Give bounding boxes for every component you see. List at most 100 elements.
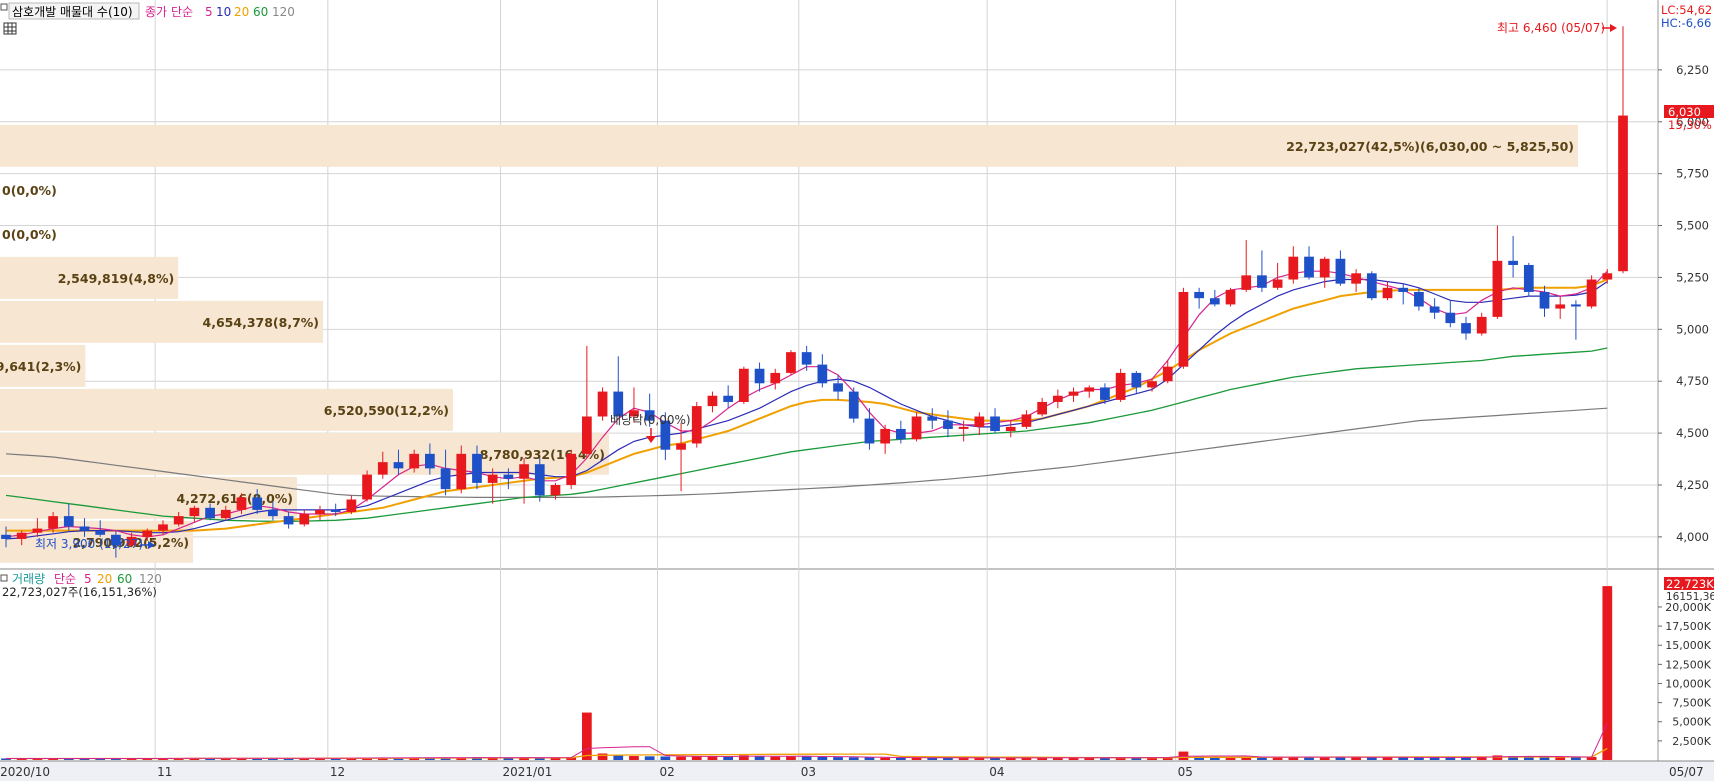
candle-body <box>1052 395 1063 402</box>
y-tick-label: 5,000 <box>1676 322 1709 336</box>
grid-table-icon[interactable] <box>3 22 17 35</box>
legend-ma60[interactable]: 60 <box>253 5 268 19</box>
candle-body <box>205 507 215 519</box>
candle-body <box>1288 256 1299 280</box>
profile-label: 4,654,378(8,7%) <box>203 315 319 330</box>
low-label: 최저 3,900 (10/27) <box>35 537 143 551</box>
y-tick-label: 5,250 <box>1676 270 1709 284</box>
volume-bar <box>1398 757 1409 760</box>
candle-body <box>362 474 372 500</box>
candle-body <box>1492 260 1503 317</box>
volume-legend-ma120[interactable]: 120 <box>139 572 162 586</box>
volume-bar <box>880 757 891 760</box>
candle-body <box>1241 275 1252 290</box>
volume-bar <box>581 712 592 760</box>
vol-tick-label: 7,500K <box>1672 697 1711 710</box>
candle-body <box>158 524 168 531</box>
profile-label: 2,549,819(4,8%) <box>58 271 174 286</box>
candle-body <box>1398 287 1409 292</box>
candle-body <box>330 509 341 512</box>
candle-body <box>880 428 891 444</box>
candle-body <box>79 526 90 531</box>
volume-legend-ma60[interactable]: 60 <box>117 572 132 586</box>
candle-body <box>283 516 294 525</box>
candle-body <box>1461 323 1471 334</box>
current-volume-ratio: 16151,36 <box>1666 591 1714 603</box>
current-volume-tag: 22,723K 16151,36 <box>1664 577 1714 603</box>
candle-body <box>817 364 828 384</box>
candle-body <box>95 530 106 535</box>
high-annotation: 최고 6,460 (05/07) <box>1497 21 1617 35</box>
candle-body <box>1272 279 1283 288</box>
candle-body <box>1162 366 1173 382</box>
volume-bar <box>770 756 781 760</box>
volume-bar <box>629 756 639 760</box>
y-tick-label: 4,250 <box>1676 478 1709 492</box>
legend-ma10[interactable]: 10 <box>216 5 231 19</box>
current-price-tag: 6,030 15,30% <box>1664 105 1714 132</box>
candle-body <box>1508 260 1518 265</box>
low-annotation: 최저 3,900 (10/27) <box>35 537 155 551</box>
candle-body <box>1586 279 1597 307</box>
volume-legend-title[interactable]: 거래량 <box>12 572 45 586</box>
volume-legend-ma5[interactable]: 5 <box>84 572 92 586</box>
x-tick-label: 05 <box>1178 765 1193 779</box>
volume-bar <box>864 757 875 760</box>
candle-body <box>252 497 263 510</box>
candle-body <box>1555 304 1566 309</box>
profile-label: 22,723,027(42,5%)(6,030,00 ~ 5,825,50) <box>1286 139 1574 154</box>
volume-bar <box>848 757 859 760</box>
candle-body <box>990 416 1000 432</box>
candle-body <box>676 443 686 450</box>
legend-ma20[interactable]: 20 <box>234 5 249 19</box>
candle-body <box>1476 316 1487 334</box>
date-axis-bg <box>0 761 1714 781</box>
volume-bar <box>754 756 765 760</box>
candle-body <box>16 532 27 539</box>
candle-body <box>1319 258 1330 278</box>
high-label: 최고 6,460 (05/07) <box>1497 21 1605 35</box>
volume-bar <box>1571 757 1581 760</box>
candle-body <box>48 516 58 529</box>
candle-body <box>707 395 718 407</box>
last-date-label: 05/07 <box>1669 765 1704 779</box>
candle-body <box>927 416 938 421</box>
y-tick-label: 6,250 <box>1676 63 1709 77</box>
candle-body <box>1100 387 1110 400</box>
candle-body <box>1225 289 1236 305</box>
vol-tick-label: 2,500K <box>1672 735 1711 748</box>
candle-body <box>472 453 482 483</box>
candle-body <box>833 383 843 392</box>
candle-body <box>723 395 734 402</box>
candle-body <box>534 464 545 496</box>
volume-bar <box>833 757 843 760</box>
legend-ma5[interactable]: 5 <box>205 5 213 19</box>
legend-simple-label[interactable]: 단순 <box>171 5 193 19</box>
candle-body <box>220 509 231 519</box>
legend-ma120[interactable]: 120 <box>272 5 295 19</box>
candle-body <box>895 428 906 440</box>
volume-legend-simple[interactable]: 단순 <box>54 572 76 586</box>
y-tick-label: 4,500 <box>1676 426 1709 440</box>
candle-body <box>581 416 592 454</box>
candle-body <box>189 507 200 517</box>
volume-bar <box>895 757 906 760</box>
candle-body <box>786 352 796 373</box>
legend-title[interactable]: 삼호개발 매물대 수(10) <box>12 5 133 19</box>
candle-body <box>754 368 765 384</box>
vol-tick-label: 17,500K <box>1665 620 1711 633</box>
profile-label: 4,272,616(8,0%) <box>177 491 293 506</box>
candle-body <box>1539 291 1550 309</box>
profile-label: 6,520,590(12,2%) <box>324 403 449 418</box>
candle-body <box>943 420 953 429</box>
volume-bar <box>1414 757 1424 760</box>
volume-legend-ma20[interactable]: 20 <box>97 572 112 586</box>
candle-body <box>1523 264 1534 292</box>
volume-bar <box>1602 586 1613 760</box>
candle-body <box>1037 401 1048 415</box>
candle-body <box>974 416 985 427</box>
candle-body <box>63 516 74 527</box>
candle-body <box>1194 291 1204 299</box>
legend-close-label[interactable]: 종가 <box>145 5 167 19</box>
candle-body <box>1084 387 1095 392</box>
